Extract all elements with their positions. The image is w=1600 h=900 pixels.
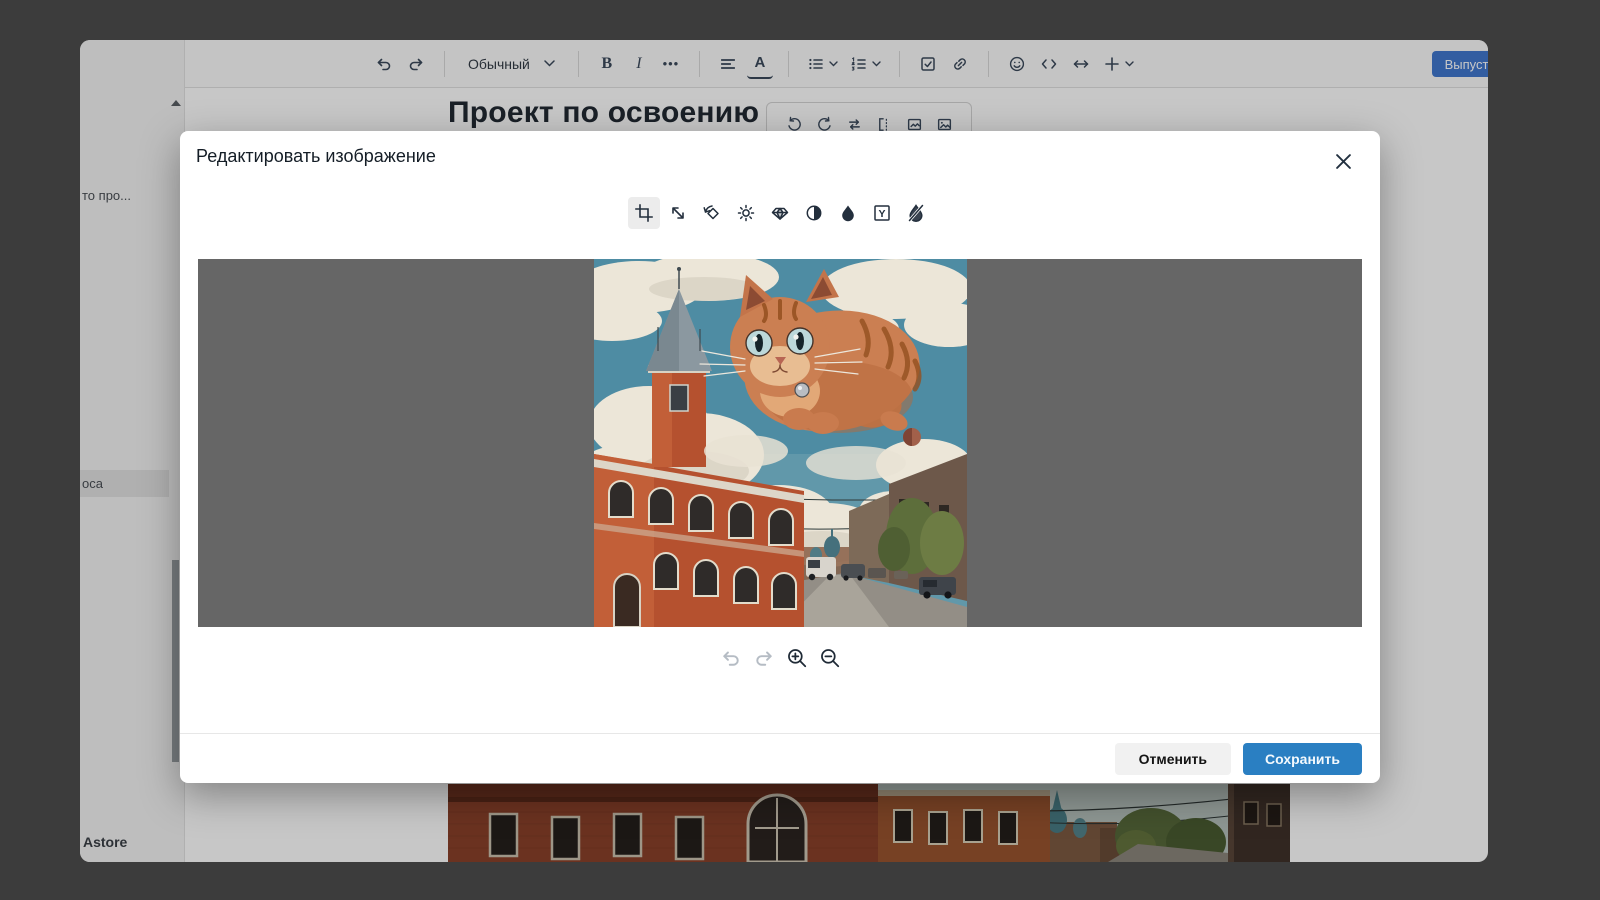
edit-undo-button[interactable] <box>720 647 742 669</box>
tool-sharpen-button[interactable] <box>764 197 796 229</box>
undo-icon <box>720 647 742 669</box>
resize-diagonal-icon <box>668 203 688 223</box>
close-button[interactable] <box>1330 148 1356 174</box>
tool-brightness-button[interactable] <box>730 197 762 229</box>
modal-title: Редактировать изображение <box>196 146 436 167</box>
tool-contrast-button[interactable] <box>798 197 830 229</box>
droplet-slash-icon <box>906 203 926 223</box>
edit-redo-button[interactable] <box>753 647 775 669</box>
edit-image-modal: Редактировать изображение Y <box>180 131 1380 783</box>
tool-rotate-button[interactable] <box>696 197 728 229</box>
edit-tools-toolbar: Y <box>180 197 1380 229</box>
zoom-in-button[interactable] <box>786 647 808 669</box>
crop-icon <box>634 203 654 223</box>
close-icon <box>1336 154 1351 169</box>
brightness-sun-icon <box>736 203 756 223</box>
zoom-in-icon <box>786 647 808 669</box>
redo-icon <box>753 647 775 669</box>
gem-icon <box>770 203 790 223</box>
cat-over-city-image <box>594 259 967 627</box>
modal-footer: Отменить Сохранить <box>180 733 1380 783</box>
zoom-out-icon <box>819 647 841 669</box>
modal-save-button[interactable]: Сохранить <box>1243 743 1362 775</box>
tool-resize-button[interactable] <box>662 197 694 229</box>
grayscale-glyph: Y <box>878 208 885 220</box>
tool-blur-off-button[interactable] <box>900 197 932 229</box>
droplet-icon <box>838 203 858 223</box>
crop-canvas[interactable] <box>198 259 1362 627</box>
tool-crop-button[interactable] <box>628 197 660 229</box>
cancel-button[interactable]: Отменить <box>1115 743 1231 775</box>
zoom-out-button[interactable] <box>819 647 841 669</box>
grayscale-y-icon: Y <box>872 203 892 223</box>
canvas-controls <box>180 647 1380 669</box>
tool-grayscale-button[interactable]: Y <box>866 197 898 229</box>
tool-saturation-button[interactable] <box>832 197 864 229</box>
rotate-icon <box>702 203 722 223</box>
contrast-icon <box>804 203 824 223</box>
